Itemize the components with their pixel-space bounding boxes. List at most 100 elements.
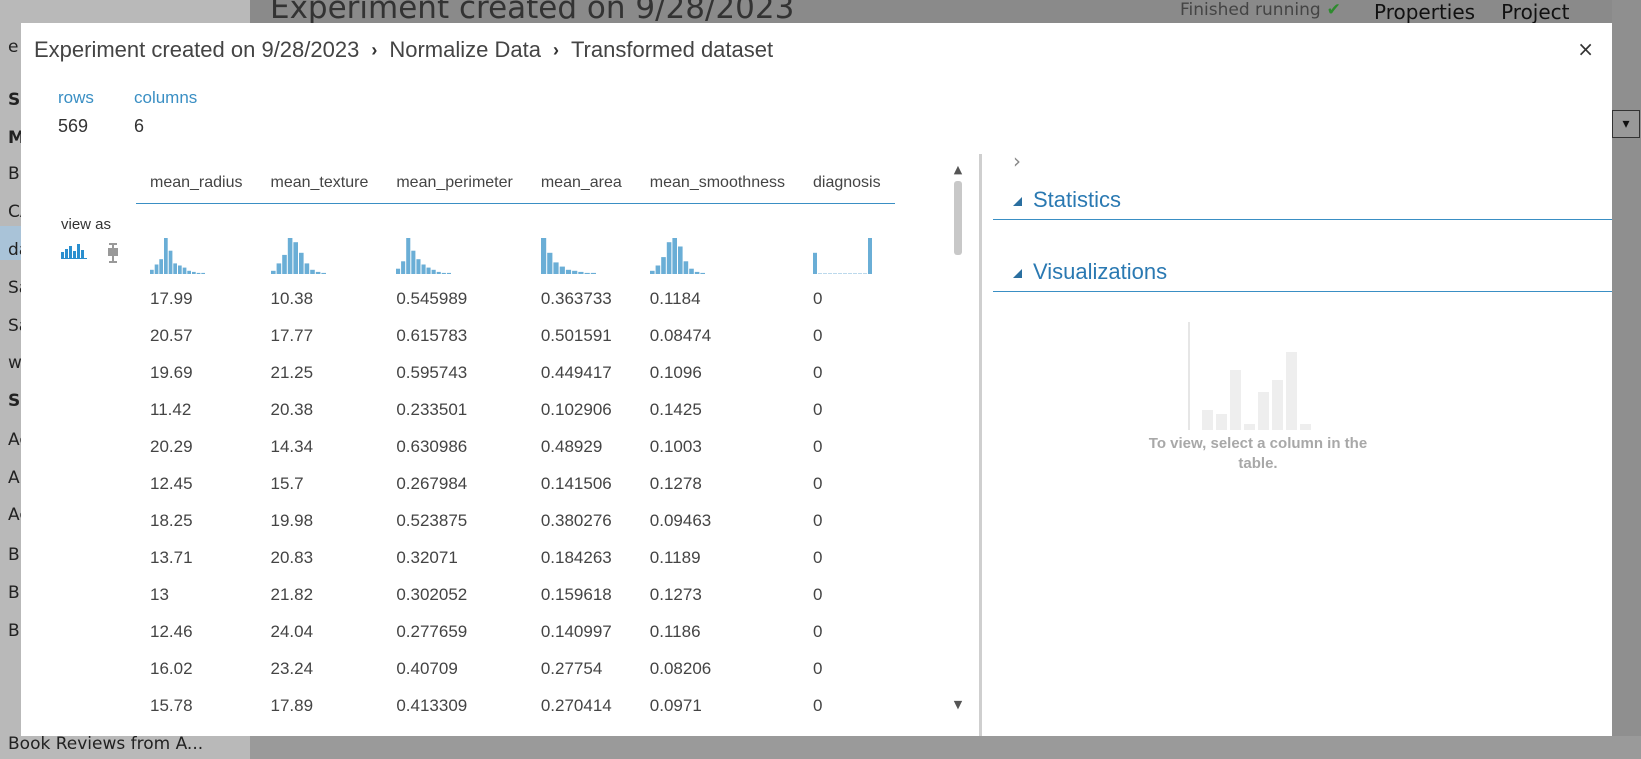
scroll-up-icon[interactable]: ▲ xyxy=(949,163,967,176)
table-cell[interactable]: 0.449417 xyxy=(527,354,636,391)
table-cell[interactable]: 0 xyxy=(799,539,895,576)
table-cell[interactable]: 24.04 xyxy=(257,613,383,650)
table-row[interactable]: 11.42 20.38 0.233501 0.102906 0.1425 0 xyxy=(136,391,895,428)
table-cell[interactable]: 18.25 xyxy=(136,502,257,539)
table-cell[interactable]: 0.102906 xyxy=(527,391,636,428)
column-histogram-cell[interactable] xyxy=(527,204,636,281)
table-cell[interactable]: 0.630986 xyxy=(382,428,527,465)
table-cell[interactable]: 0.1096 xyxy=(636,354,799,391)
column-header[interactable]: mean_smoothness xyxy=(635,163,799,204)
table-row[interactable]: 18.25 19.98 0.523875 0.380276 0.09463 0 xyxy=(136,502,895,539)
table-cell[interactable]: 0.1186 xyxy=(636,613,799,650)
column-histogram-cell[interactable] xyxy=(636,204,799,281)
table-cell[interactable]: 0.32071 xyxy=(382,539,527,576)
table-cell[interactable]: 13.71 xyxy=(136,539,257,576)
table-cell[interactable]: 0.1278 xyxy=(636,465,799,502)
histogram-view-icon[interactable] xyxy=(61,243,87,259)
table-row[interactable]: 12.46 24.04 0.277659 0.140997 0.1186 0 xyxy=(136,613,895,650)
table-cell[interactable]: 21.25 xyxy=(257,354,383,391)
statistics-section[interactable]: Statistics xyxy=(993,181,1612,220)
table-cell[interactable]: 10.38 xyxy=(257,280,383,317)
table-cell[interactable]: 0.40709 xyxy=(382,650,527,687)
table-cell[interactable]: 0.267984 xyxy=(382,465,527,502)
column-histogram-cell[interactable] xyxy=(136,204,257,281)
table-cell[interactable]: 0.08474 xyxy=(636,317,799,354)
table-row[interactable]: 20.57 17.77 0.615783 0.501591 0.08474 0 xyxy=(136,317,895,354)
table-cell[interactable]: 0.09463 xyxy=(636,502,799,539)
table-cell[interactable]: 15.78 xyxy=(136,687,257,724)
scroll-down-icon[interactable]: ▼ xyxy=(949,698,967,711)
table-cell[interactable]: 0.380276 xyxy=(527,502,636,539)
table-cell[interactable]: 20.83 xyxy=(257,539,383,576)
table-cell[interactable]: 0.270414 xyxy=(527,687,636,724)
table-row[interactable]: 13.71 20.83 0.32071 0.184263 0.1189 0 xyxy=(136,539,895,576)
column-histogram-cell[interactable] xyxy=(799,204,895,281)
table-cell[interactable]: 17.89 xyxy=(257,687,383,724)
table-cell[interactable]: 0.233501 xyxy=(382,391,527,428)
table-cell[interactable]: 0.1003 xyxy=(636,428,799,465)
table-cell[interactable]: 0.184263 xyxy=(527,539,636,576)
table-cell[interactable]: 0 xyxy=(799,317,895,354)
table-cell[interactable]: 0.1425 xyxy=(636,391,799,428)
table-cell[interactable]: 13 xyxy=(136,576,257,613)
table-cell[interactable]: 0.0971 xyxy=(636,687,799,724)
table-cell[interactable]: 0.159618 xyxy=(527,576,636,613)
column-histogram-cell[interactable] xyxy=(257,204,383,281)
table-cell[interactable]: 0 xyxy=(799,613,895,650)
panel-splitter[interactable] xyxy=(979,154,982,736)
table-cell[interactable]: 19.98 xyxy=(257,502,383,539)
table-cell[interactable]: 0.141506 xyxy=(527,465,636,502)
visualizations-section[interactable]: Visualizations xyxy=(993,253,1612,292)
table-cell[interactable]: 0 xyxy=(799,280,895,317)
table-cell[interactable]: 21.82 xyxy=(257,576,383,613)
close-button[interactable]: × xyxy=(1577,37,1594,61)
table-cell[interactable]: 0.48929 xyxy=(527,428,636,465)
table-cell[interactable]: 12.45 xyxy=(136,465,257,502)
column-header[interactable]: mean_texture xyxy=(256,163,383,204)
table-cell[interactable]: 0 xyxy=(799,391,895,428)
table-cell[interactable]: 0.08206 xyxy=(636,650,799,687)
table-cell[interactable]: 0.1273 xyxy=(636,576,799,613)
column-header[interactable]: mean_area xyxy=(526,163,636,204)
table-cell[interactable]: 0.615783 xyxy=(382,317,527,354)
table-cell[interactable]: 0.302052 xyxy=(382,576,527,613)
table-cell[interactable]: 11.42 xyxy=(136,391,257,428)
table-cell[interactable]: 0.363733 xyxy=(527,280,636,317)
table-cell[interactable]: 14.34 xyxy=(257,428,383,465)
table-cell[interactable]: 15.7 xyxy=(257,465,383,502)
table-cell[interactable]: 20.57 xyxy=(136,317,257,354)
table-row[interactable]: 19.69 21.25 0.595743 0.449417 0.1096 0 xyxy=(136,354,895,391)
column-header[interactable]: mean_perimeter xyxy=(382,163,527,204)
table-row[interactable]: 15.78 17.89 0.413309 0.270414 0.0971 0 xyxy=(136,687,895,724)
table-row[interactable]: 17.99 10.38 0.545989 0.363733 0.1184 0 xyxy=(136,280,895,317)
scrollbar-thumb[interactable] xyxy=(954,181,962,255)
table-cell[interactable]: 0.413309 xyxy=(382,687,527,724)
table-row[interactable]: 20.29 14.34 0.630986 0.48929 0.1003 0 xyxy=(136,428,895,465)
table-cell[interactable]: 0 xyxy=(799,465,895,502)
table-cell[interactable]: 0 xyxy=(799,687,895,724)
table-row[interactable]: 12.45 15.7 0.267984 0.141506 0.1278 0 xyxy=(136,465,895,502)
table-cell[interactable]: 12.46 xyxy=(136,613,257,650)
table-cell[interactable]: 0.277659 xyxy=(382,613,527,650)
table-cell[interactable]: 0.545989 xyxy=(382,280,527,317)
table-cell[interactable]: 0.1184 xyxy=(636,280,799,317)
table-cell[interactable]: 16.02 xyxy=(136,650,257,687)
column-histogram-cell[interactable] xyxy=(382,204,527,281)
table-cell[interactable]: 20.38 xyxy=(257,391,383,428)
column-header[interactable]: diagnosis xyxy=(798,163,895,204)
table-cell[interactable]: 0 xyxy=(799,428,895,465)
table-cell[interactable]: 20.29 xyxy=(136,428,257,465)
table-cell[interactable]: 0 xyxy=(799,576,895,613)
table-cell[interactable]: 23.24 xyxy=(257,650,383,687)
table-cell[interactable]: 0.501591 xyxy=(527,317,636,354)
boxplot-view-icon[interactable] xyxy=(107,243,119,263)
chevron-right-icon[interactable]: › xyxy=(1013,149,1021,173)
column-header[interactable]: mean_radius xyxy=(136,163,257,204)
table-cell[interactable]: 0.140997 xyxy=(527,613,636,650)
table-cell[interactable]: 17.77 xyxy=(257,317,383,354)
table-cell[interactable]: 0 xyxy=(799,354,895,391)
table-cell[interactable]: 0 xyxy=(799,650,895,687)
table-cell[interactable]: 0.1189 xyxy=(636,539,799,576)
table-row[interactable]: 13 21.82 0.302052 0.159618 0.1273 0 xyxy=(136,576,895,613)
table-cell[interactable]: 19.69 xyxy=(136,354,257,391)
